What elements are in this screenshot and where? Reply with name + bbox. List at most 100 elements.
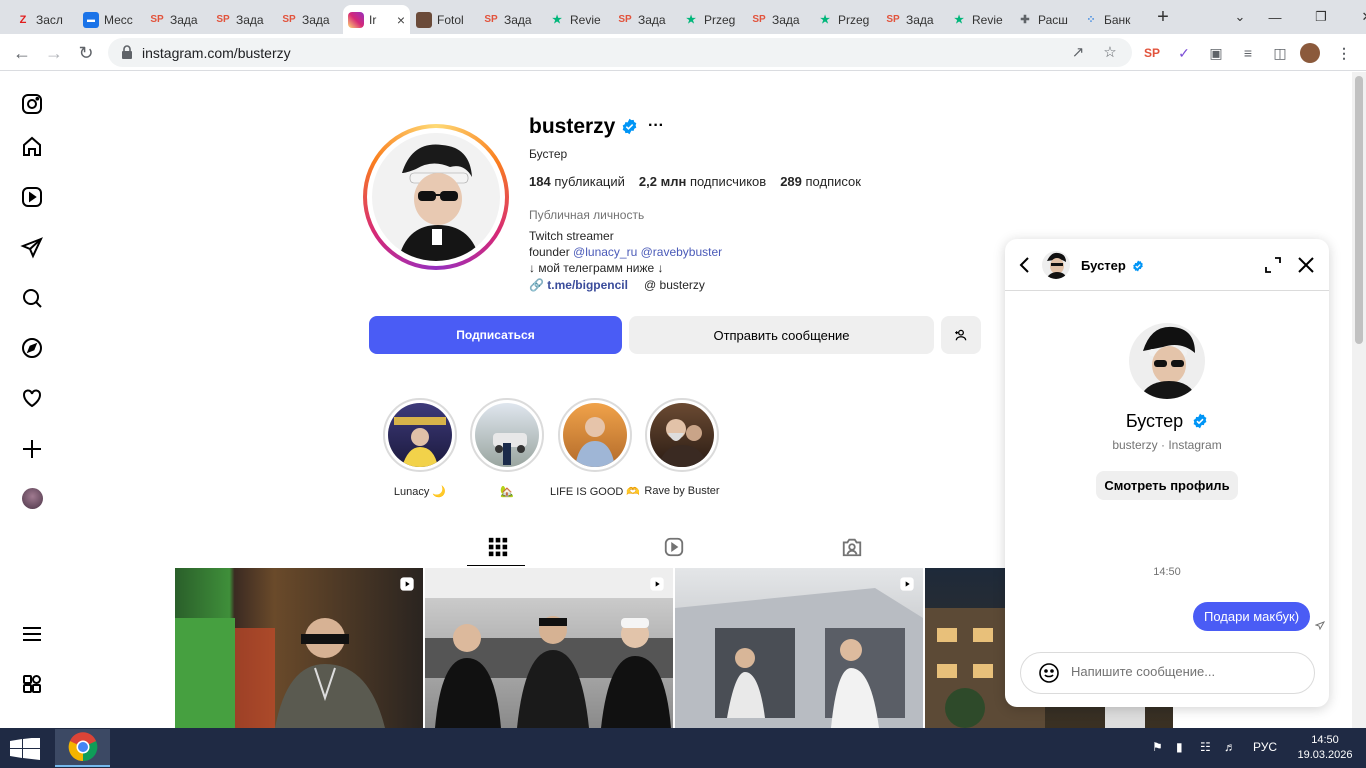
home-icon[interactable] bbox=[20, 135, 44, 159]
favicon-icon: SP bbox=[886, 14, 900, 25]
active-tab-indicator bbox=[467, 565, 525, 566]
restore-icon[interactable]: ❐ bbox=[1298, 9, 1344, 25]
browser-tab[interactable]: ★ Przeg bbox=[812, 5, 876, 34]
scrollbar-thumb[interactable] bbox=[1355, 76, 1363, 344]
chat-avatar[interactable] bbox=[1042, 251, 1070, 279]
external-link[interactable]: 🔗 t.me/bigpencil bbox=[529, 278, 628, 292]
vpn-extension-icon[interactable]: ✓ bbox=[1174, 43, 1194, 63]
highlight-item[interactable]: 🏡 bbox=[462, 398, 552, 498]
heart-icon[interactable] bbox=[20, 386, 44, 410]
browser-tab[interactable]: Fotol bbox=[411, 5, 475, 34]
browser-tab[interactable]: SP Зада bbox=[144, 5, 208, 34]
media-queue-icon[interactable]: ≡ bbox=[1238, 43, 1258, 63]
extensions-puzzle-icon[interactable]: ▣ bbox=[1206, 43, 1226, 63]
suggest-user-button[interactable] bbox=[941, 316, 981, 354]
chat-profile-avatar[interactable] bbox=[1129, 323, 1205, 399]
mention-lunacy-link[interactable]: @lunacy_ru bbox=[573, 245, 637, 259]
direct-send-icon[interactable] bbox=[20, 236, 44, 260]
reels-tab-icon[interactable] bbox=[663, 536, 685, 558]
browser-tab[interactable]: SP Зада bbox=[478, 5, 542, 34]
plus-create-icon[interactable] bbox=[20, 437, 44, 461]
language-indicator[interactable]: РУС bbox=[1253, 740, 1277, 754]
tab-title: Przeg bbox=[704, 12, 736, 27]
post-thumbnail[interactable] bbox=[425, 568, 673, 728]
address-bar[interactable]: instagram.com/busterzy ↗ ☆ bbox=[108, 38, 1132, 67]
browser-tab[interactable]: ▬ Месс bbox=[78, 5, 142, 34]
browser-tab[interactable]: SP Зада bbox=[612, 5, 676, 34]
side-panel-icon[interactable]: ◫ bbox=[1270, 43, 1290, 63]
sp-extension-icon[interactable]: SP bbox=[1142, 43, 1162, 63]
puzzle-icon: ✚ bbox=[1020, 14, 1030, 26]
browser-tab[interactable]: ★ Revie bbox=[946, 5, 1010, 34]
reels-icon[interactable] bbox=[20, 185, 44, 209]
bookmark-star-icon[interactable]: ☆ bbox=[1100, 43, 1120, 63]
expand-icon[interactable] bbox=[1263, 255, 1283, 275]
browser-tab[interactable]: ★ Revie bbox=[544, 5, 608, 34]
lock-icon bbox=[122, 45, 132, 59]
profile-avatar[interactable] bbox=[1300, 43, 1320, 63]
follow-button[interactable]: Подписаться bbox=[369, 316, 622, 354]
sent-message-bubble[interactable]: Подари макбук) bbox=[1193, 602, 1311, 631]
profile-bio: Twitch streamer founder @lunacy_ru @rave… bbox=[529, 229, 723, 275]
grid-posts-tab-icon[interactable] bbox=[487, 536, 509, 558]
tab-search-icon[interactable]: ⌄ bbox=[1228, 9, 1252, 25]
browser-tab[interactable]: Z Засл bbox=[10, 5, 74, 34]
chevron-left-icon[interactable] bbox=[1017, 255, 1033, 275]
highlight-item[interactable]: Lunacy 🌙 bbox=[375, 398, 465, 498]
tagged-tab-icon[interactable] bbox=[841, 536, 863, 558]
windows-start-icon[interactable] bbox=[10, 738, 40, 760]
profile-avatar-ring[interactable] bbox=[363, 124, 509, 270]
forward-button[interactable]: → bbox=[42, 41, 66, 65]
tab-close-icon[interactable]: × bbox=[397, 12, 405, 28]
following-count[interactable]: 289 подписок bbox=[780, 174, 861, 189]
star-icon: ★ bbox=[820, 14, 830, 26]
network-flag-icon[interactable]: ⚑ bbox=[1152, 740, 1163, 754]
chat-popup: Бустер Бустер busterzy · Instagram Смотр… bbox=[1005, 239, 1329, 707]
highlight-item[interactable]: LIFE IS GOOD 🫶 bbox=[550, 398, 640, 498]
browser-tab[interactable]: ✚ Расш bbox=[1012, 5, 1076, 34]
search-icon[interactable] bbox=[20, 286, 44, 310]
browser-tab[interactable]: SP Зада bbox=[746, 5, 810, 34]
browser-tab[interactable]: ⁘ Банк bbox=[1078, 5, 1142, 34]
new-tab-button[interactable]: + bbox=[1152, 6, 1174, 28]
hamburger-menu-icon[interactable] bbox=[20, 622, 44, 646]
message-input-box[interactable] bbox=[1020, 652, 1315, 694]
taskbar-clock[interactable]: 14:50 19.03.2026 bbox=[1296, 733, 1354, 763]
threads-link[interactable]: @ busterzy bbox=[644, 278, 705, 292]
instagram-logo-icon[interactable] bbox=[20, 92, 44, 116]
taskbar-chrome-button[interactable] bbox=[55, 729, 110, 767]
highlight-item[interactable]: Rave by Buster bbox=[637, 398, 727, 497]
message-input[interactable] bbox=[1071, 664, 1301, 679]
page-scrollbar[interactable] bbox=[1352, 72, 1366, 728]
browser-tab[interactable]: SP Зада bbox=[880, 5, 944, 34]
post-thumbnail[interactable] bbox=[675, 568, 923, 728]
reload-button[interactable]: ↻ bbox=[74, 41, 98, 65]
emoji-icon[interactable] bbox=[1038, 662, 1060, 684]
minimize-icon[interactable]: — bbox=[1252, 10, 1298, 25]
add-person-icon bbox=[955, 329, 967, 341]
volume-icon[interactable]: ♬ bbox=[1224, 740, 1236, 754]
browser-tab[interactable]: SP Зада bbox=[210, 5, 274, 34]
share-icon[interactable]: ↗ bbox=[1068, 43, 1088, 63]
browser-tab[interactable]: Ir × bbox=[343, 5, 410, 34]
close-icon[interactable] bbox=[1295, 254, 1317, 276]
explore-compass-icon[interactable] bbox=[20, 336, 44, 360]
profile-avatar-icon[interactable] bbox=[22, 488, 43, 509]
windows-taskbar: ⚑ ▮ ☷ ♬ РУС 14:50 19.03.2026 bbox=[0, 728, 1366, 768]
browser-tab[interactable]: SP Зада bbox=[276, 5, 340, 34]
menu-kebab-icon[interactable]: ⋮ bbox=[1334, 43, 1354, 63]
message-icon: ▬ bbox=[83, 11, 99, 28]
back-button[interactable]: ← bbox=[10, 41, 34, 65]
battery-icon[interactable]: ▮ bbox=[1176, 740, 1183, 754]
network-icon[interactable]: ☷ bbox=[1200, 740, 1211, 754]
view-profile-button[interactable]: Смотреть профиль bbox=[1096, 471, 1238, 500]
more-options-icon[interactable]: ··· bbox=[648, 117, 664, 135]
mention-ravebybuster-link[interactable]: @ravebybuster bbox=[641, 245, 723, 259]
profile-category: Публичная личность bbox=[529, 208, 645, 222]
followers-count[interactable]: 2,2 млн подписчиков bbox=[639, 174, 766, 189]
send-message-button[interactable]: Отправить сообщение bbox=[629, 316, 934, 354]
post-thumbnail[interactable] bbox=[175, 568, 423, 728]
browser-tab[interactable]: ★ Przeg bbox=[678, 5, 742, 34]
window-close-icon[interactable]: ✕ bbox=[1344, 9, 1366, 25]
apps-grid-icon[interactable] bbox=[20, 673, 44, 697]
